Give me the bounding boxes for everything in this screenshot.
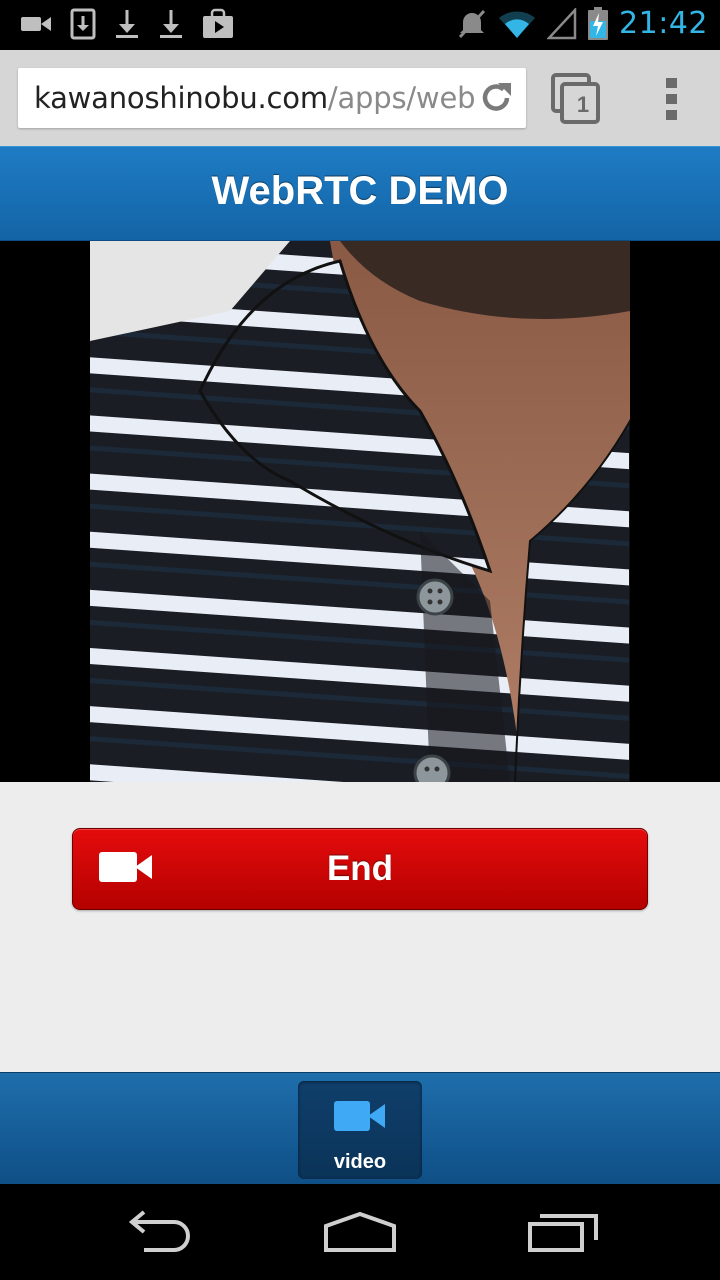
url-field[interactable]: kawanoshinobu.com/apps/web (18, 68, 526, 128)
download-icon (160, 10, 182, 38)
overflow-menu-button[interactable] (660, 74, 684, 124)
download-icon (116, 10, 138, 38)
battery-charging-icon (588, 6, 609, 40)
home-icon (324, 1211, 396, 1252)
notification-icons (20, 8, 234, 40)
app-header: WebRTC DEMO (0, 146, 720, 241)
local-video-stream (90, 241, 630, 782)
video-area (0, 241, 720, 782)
browser-toolbar: kawanoshinobu.com/apps/web 1 (0, 50, 720, 146)
system-navigation-bar (0, 1184, 720, 1280)
play-store-icon (203, 8, 233, 38)
video-feed-image (90, 241, 630, 782)
recent-apps-icon (528, 1214, 598, 1252)
reload-icon (482, 83, 511, 111)
end-call-button[interactable]: End (72, 828, 648, 910)
call-controls: End (0, 782, 720, 1072)
page-title: WebRTC DEMO (211, 169, 509, 213)
url-text[interactable]: kawanoshinobu.com/apps/web (34, 81, 475, 115)
reload-button[interactable] (476, 78, 516, 118)
download-box-icon (70, 8, 96, 40)
clock: 21:42 (619, 6, 708, 41)
tab-count: 1 (576, 92, 590, 117)
back-icon (128, 1210, 190, 1252)
signal-icon (547, 7, 577, 39)
url-path: /apps/web (327, 81, 476, 115)
overflow-menu-icon (666, 78, 677, 120)
url-host: kawanoshinobu.com (34, 81, 328, 115)
home-button[interactable] (320, 1206, 400, 1258)
recent-apps-button[interactable] (524, 1206, 604, 1258)
back-button[interactable] (120, 1206, 200, 1258)
end-call-label: End (326, 849, 394, 888)
mute-icon (458, 9, 486, 38)
video-camera-icon (334, 1101, 385, 1131)
nav-video-label: video (333, 1151, 387, 1173)
tabs-button[interactable]: 1 (550, 72, 602, 126)
wifi-icon (499, 10, 536, 38)
system-status-icons: 21:42 (457, 6, 708, 41)
status-bar: 21:42 (0, 0, 720, 50)
nav-video-tab[interactable]: video (298, 1081, 422, 1179)
footer-nav: video (0, 1072, 720, 1184)
video-camera-icon (21, 17, 51, 31)
